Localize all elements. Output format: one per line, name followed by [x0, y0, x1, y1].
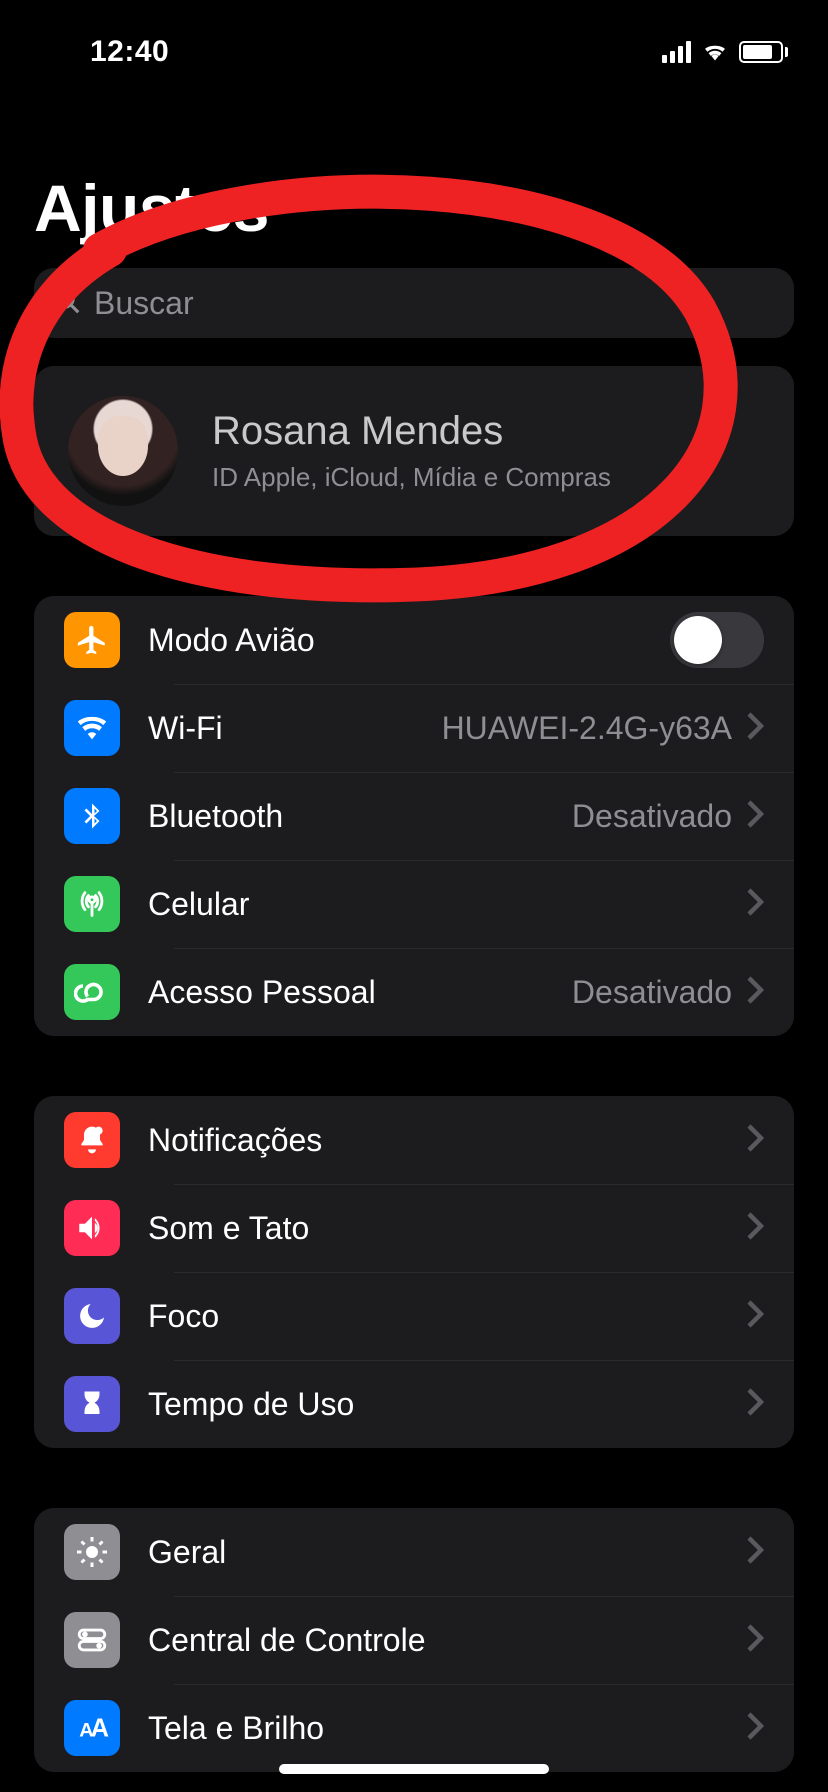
screentime-icon	[64, 1376, 120, 1432]
chevron-right-icon	[746, 1535, 764, 1570]
row-label: Wi-Fi	[148, 710, 442, 747]
chevron-right-icon	[746, 711, 764, 746]
controlcenter-icon	[64, 1612, 120, 1668]
settings-row-bluetooth[interactable]: BluetoothDesativado	[34, 772, 794, 860]
airplane-icon	[64, 612, 120, 668]
notifications-icon	[64, 1112, 120, 1168]
status-time: 12:40	[40, 35, 169, 69]
settings-row-general[interactable]: Geral	[34, 1508, 794, 1596]
search-input[interactable]: Buscar	[34, 268, 794, 338]
status-indicators	[662, 39, 788, 66]
display-icon: AA	[64, 1700, 120, 1756]
profile-card[interactable]: Rosana Mendes ID Apple, iCloud, Mídia e …	[34, 366, 794, 536]
cellular-signal-icon	[662, 41, 691, 63]
chevron-right-icon	[746, 1211, 764, 1246]
row-value: Desativado	[572, 974, 732, 1011]
settings-row-hotspot[interactable]: Acesso PessoalDesativado	[34, 948, 794, 1036]
hotspot-icon	[64, 964, 120, 1020]
chevron-right-icon	[746, 1711, 764, 1746]
row-label: Central de Controle	[148, 1622, 746, 1659]
profile-subtitle: ID Apple, iCloud, Mídia e Compras	[212, 462, 611, 493]
row-label: Acesso Pessoal	[148, 974, 572, 1011]
settings-row-cellular[interactable]: Celular	[34, 860, 794, 948]
settings-row-notifications[interactable]: Notificações	[34, 1096, 794, 1184]
row-label: Geral	[148, 1534, 746, 1571]
chevron-right-icon	[746, 1299, 764, 1334]
profile-name: Rosana Mendes	[212, 409, 611, 454]
status-bar: 12:40	[0, 0, 828, 80]
page-title: Ajustes	[34, 170, 794, 246]
row-label: Celular	[148, 886, 746, 923]
settings-list: Geral Central de Controle AA Tela e Brilho	[34, 1508, 794, 1772]
settings-row-airplane[interactable]: Modo Avião	[34, 596, 794, 684]
search-placeholder: Buscar	[94, 285, 194, 322]
search-icon	[52, 286, 82, 321]
row-label: Tela e Brilho	[148, 1710, 746, 1747]
wifi-icon	[701, 39, 729, 66]
row-label: Som e Tato	[148, 1210, 746, 1247]
settings-row-controlcenter[interactable]: Central de Controle	[34, 1596, 794, 1684]
row-label: Notificações	[148, 1122, 746, 1159]
settings-list: Modo AviãoWi-FiHUAWEI-2.4G-y63ABluetooth…	[34, 596, 794, 1036]
focus-icon	[64, 1288, 120, 1344]
home-indicator	[279, 1764, 549, 1774]
general-icon	[64, 1524, 120, 1580]
row-value: Desativado	[572, 798, 732, 835]
cellular-icon	[64, 876, 120, 932]
row-label: Modo Avião	[148, 622, 670, 659]
wifi-icon	[64, 700, 120, 756]
settings-list: Notificações Som e Tato Foco Tempo de Uso	[34, 1096, 794, 1448]
chevron-right-icon	[746, 887, 764, 922]
toggle-switch[interactable]	[670, 612, 764, 668]
bluetooth-icon	[64, 788, 120, 844]
chevron-right-icon	[746, 975, 764, 1010]
row-label: Tempo de Uso	[148, 1386, 746, 1423]
settings-row-screentime[interactable]: Tempo de Uso	[34, 1360, 794, 1448]
chevron-right-icon	[746, 1123, 764, 1158]
row-label: Foco	[148, 1298, 746, 1335]
battery-icon	[739, 41, 788, 63]
chevron-right-icon	[746, 799, 764, 834]
sound-icon	[64, 1200, 120, 1256]
svg-text:A: A	[91, 1715, 109, 1743]
settings-row-display[interactable]: AA Tela e Brilho	[34, 1684, 794, 1772]
chevron-right-icon	[746, 1623, 764, 1658]
row-value: HUAWEI-2.4G-y63A	[442, 710, 732, 747]
settings-row-sound[interactable]: Som e Tato	[34, 1184, 794, 1272]
chevron-right-icon	[746, 1387, 764, 1422]
settings-row-wifi[interactable]: Wi-FiHUAWEI-2.4G-y63A	[34, 684, 794, 772]
row-label: Bluetooth	[148, 798, 572, 835]
avatar	[68, 396, 178, 506]
settings-row-focus[interactable]: Foco	[34, 1272, 794, 1360]
